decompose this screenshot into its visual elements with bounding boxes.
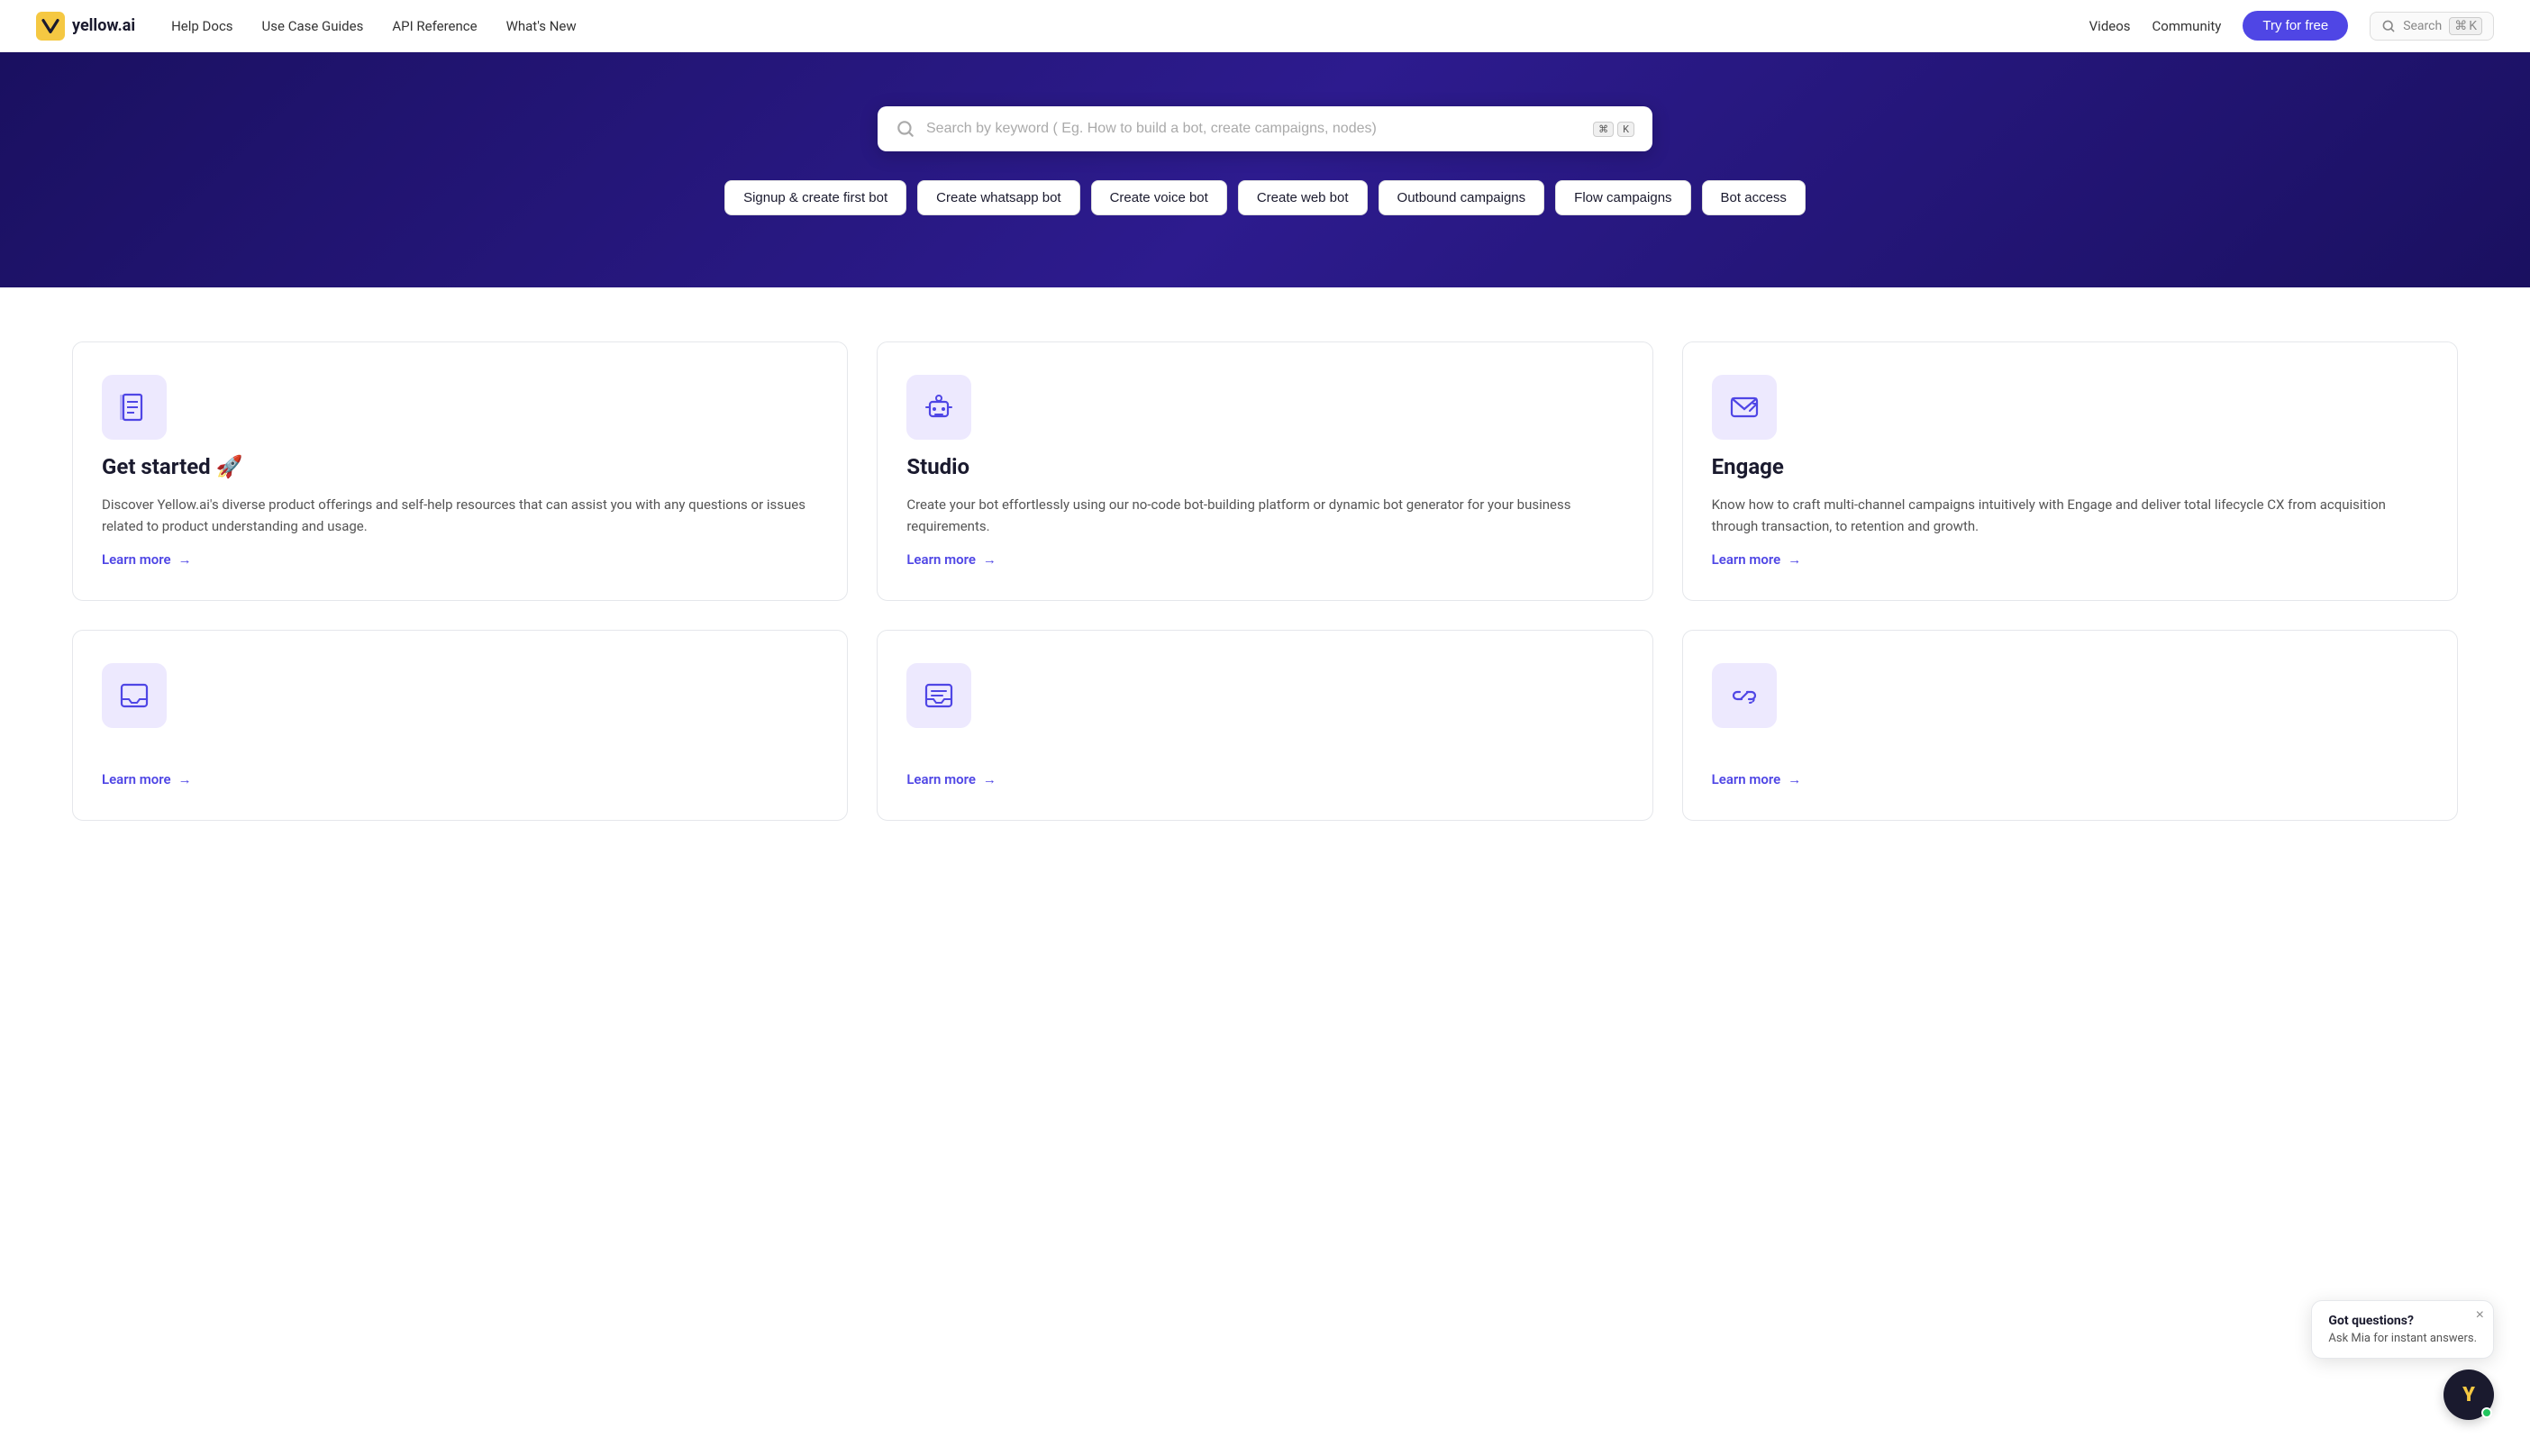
logo[interactable]: yellow.ai xyxy=(36,12,135,41)
nav-search[interactable]: Search ⌘ K xyxy=(2370,12,2494,41)
card-engage: Engage Know how to craft multi-channel c… xyxy=(1682,341,2458,601)
studio-desc: Create your bot effortlessly using our n… xyxy=(906,494,1623,537)
chat-online-dot xyxy=(2481,1407,2492,1418)
try-for-free-button[interactable]: Try for free xyxy=(2243,11,2348,41)
cards-grid: Get started 🚀 Discover Yellow.ai's diver… xyxy=(72,341,2458,821)
card-link: Learn more → xyxy=(1682,630,2458,821)
inbox2-icon xyxy=(923,679,955,712)
nav-right: Videos Community Try for free Search ⌘ K xyxy=(2089,11,2494,41)
chip-web[interactable]: Create web bot xyxy=(1238,180,1368,215)
arrow-right-icon: → xyxy=(1788,771,1801,787)
navbar: yellow.ai Help Docs Use Case Guides API … xyxy=(0,0,2530,52)
inbox2-learn-more[interactable]: Learn more → xyxy=(906,771,1623,787)
nav-api[interactable]: API Reference xyxy=(392,18,477,34)
engage-title: Engage xyxy=(1712,454,2428,479)
engage-icon-wrapper xyxy=(1712,375,1777,440)
hero-search-bar[interactable]: ⌘ K xyxy=(878,106,1652,151)
link-icon-wrapper xyxy=(1712,663,1777,728)
inbox-icon xyxy=(118,679,150,712)
chat-bubble-subtitle: Ask Mia for instant answers. xyxy=(2328,1332,2477,1345)
get-started-learn-more[interactable]: Learn more → xyxy=(102,551,818,568)
get-started-desc: Discover Yellow.ai's diverse product off… xyxy=(102,494,818,537)
hero-kbd-k: K xyxy=(1617,122,1634,137)
arrow-right-icon: → xyxy=(983,551,997,568)
card-studio: Studio Create your bot effortlessly usin… xyxy=(877,341,1652,601)
email-send-icon xyxy=(1728,391,1761,423)
card-inbox: Learn more → xyxy=(72,630,848,821)
card-get-started: Get started 🚀 Discover Yellow.ai's diver… xyxy=(72,341,848,601)
nav-search-label: Search xyxy=(2403,19,2442,33)
hero-search-input[interactable] xyxy=(926,121,1582,137)
chat-close-button[interactable]: × xyxy=(2476,1308,2484,1323)
inbox2-icon-wrapper xyxy=(906,663,971,728)
chat-avatar-letter: Y xyxy=(2462,1384,2475,1406)
nav-community[interactable]: Community xyxy=(2152,18,2222,34)
nav-use-case[interactable]: Use Case Guides xyxy=(262,18,364,34)
chat-bubble: × Got questions? Ask Mia for instant ans… xyxy=(2311,1300,2494,1359)
nav-videos[interactable]: Videos xyxy=(2089,18,2131,34)
arrow-right-icon: → xyxy=(178,771,192,787)
chip-outbound[interactable]: Outbound campaigns xyxy=(1379,180,1545,215)
chip-voice[interactable]: Create voice bot xyxy=(1091,180,1227,215)
chat-widget: × Got questions? Ask Mia for instant ans… xyxy=(2311,1300,2494,1420)
hero-search-keys: ⌘ K xyxy=(1593,122,1634,137)
book-icon xyxy=(118,391,150,423)
chip-whatsapp[interactable]: Create whatsapp bot xyxy=(917,180,1079,215)
hero-section: ⌘ K Signup & create first bot Create wha… xyxy=(0,52,2530,287)
arrow-right-icon: → xyxy=(178,551,192,568)
arrow-right-icon: → xyxy=(983,771,997,787)
chat-bubble-title: Got questions? xyxy=(2328,1314,2477,1328)
chip-flow[interactable]: Flow campaigns xyxy=(1555,180,1690,215)
search-kbd: ⌘ K xyxy=(2449,17,2482,35)
engage-desc: Know how to craft multi-channel campaign… xyxy=(1712,494,2428,537)
hero-chips: Signup & create first bot Create whatsap… xyxy=(724,180,1806,215)
studio-icon-wrapper xyxy=(906,375,971,440)
engage-learn-more[interactable]: Learn more → xyxy=(1712,551,2428,568)
hero-kbd-cmd: ⌘ xyxy=(1593,122,1614,137)
robot-icon xyxy=(923,391,955,423)
get-started-icon-wrapper xyxy=(102,375,167,440)
inbox-learn-more[interactable]: Learn more → xyxy=(102,771,818,787)
card-inbox2: Learn more → xyxy=(877,630,1652,821)
nav-whats-new[interactable]: What's New xyxy=(506,18,577,34)
link-icon xyxy=(1728,679,1761,712)
studio-learn-more[interactable]: Learn more → xyxy=(906,551,1623,568)
cards-section: Get started 🚀 Discover Yellow.ai's diver… xyxy=(0,287,2530,875)
chat-avatar[interactable]: Y xyxy=(2444,1370,2494,1420)
nav-links: Help Docs Use Case Guides API Reference … xyxy=(171,18,2089,34)
chip-signup[interactable]: Signup & create first bot xyxy=(724,180,906,215)
get-started-title: Get started 🚀 xyxy=(102,454,818,479)
arrow-right-icon: → xyxy=(1788,551,1801,568)
chip-bot-access[interactable]: Bot access xyxy=(1702,180,1806,215)
search-icon xyxy=(2381,19,2396,33)
hero-search-icon xyxy=(896,119,915,139)
brand-name: yellow.ai xyxy=(72,16,135,35)
inbox-icon-wrapper xyxy=(102,663,167,728)
nav-help-docs[interactable]: Help Docs xyxy=(171,18,232,34)
studio-title: Studio xyxy=(906,454,1623,479)
link-learn-more[interactable]: Learn more → xyxy=(1712,771,2428,787)
